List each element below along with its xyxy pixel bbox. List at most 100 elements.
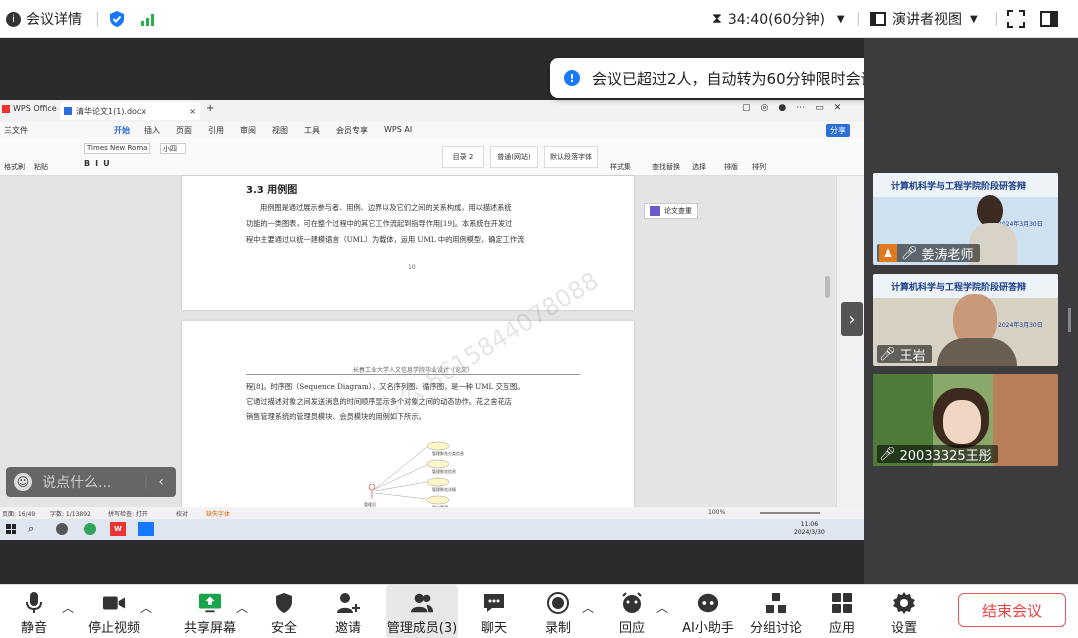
chat-button[interactable]: 聊天	[476, 585, 512, 638]
presenter-view-button[interactable]: 演讲者视图 ▼	[870, 0, 978, 38]
breakout-button[interactable]: 分组讨论	[748, 585, 804, 638]
wechat-icon[interactable]	[84, 523, 96, 535]
chat-quick-input[interactable]: ☺ 说点什么... | ‹	[6, 467, 176, 497]
wps-taskbar-icon[interactable]: W	[110, 522, 126, 536]
tencent-meeting-taskbar-icon[interactable]	[138, 522, 154, 536]
zoom-slider[interactable]	[760, 512, 820, 514]
panel-resize-handle[interactable]	[1068, 308, 1071, 332]
record-label: 录制	[544, 621, 571, 636]
style-normal-web[interactable]: 普通(网站)	[490, 146, 538, 168]
scrollbar[interactable]	[824, 176, 832, 508]
invite-icon	[336, 591, 360, 615]
menu-page[interactable]: 页面	[176, 125, 208, 136]
mic-icon: 🎤︎	[879, 446, 896, 462]
share-screen-icon	[198, 591, 222, 615]
check-icon	[650, 206, 660, 216]
info-icon: i	[6, 11, 21, 27]
close-icon[interactable]: ×	[189, 107, 196, 116]
section-heading: 3.3 用例图	[246, 185, 298, 196]
meeting-timer[interactable]: ⧗ 34:40(60分钟) ▼	[712, 0, 845, 38]
chevron-up-icon[interactable]: ︿	[656, 599, 668, 616]
menu-wps-ai[interactable]: WPS AI	[384, 125, 434, 136]
format-painter-label[interactable]: 格式刷	[4, 162, 25, 172]
windows-start-icon[interactable]	[6, 524, 16, 534]
stop-video-button[interactable]: 停止视频	[84, 585, 144, 638]
chevron-up-icon[interactable]: ︿	[140, 599, 152, 616]
font-size-select[interactable]: 小四	[160, 143, 186, 154]
participant-video-tile[interactable]: 🎤︎ 20033325王彤	[873, 374, 1058, 466]
app-icon[interactable]	[56, 523, 68, 535]
ai-assistant-button[interactable]: AI小助手	[680, 585, 736, 638]
new-tab-icon[interactable]: +	[206, 103, 214, 114]
apps-button[interactable]: 应用	[824, 585, 860, 638]
fullscreen-icon[interactable]	[1007, 0, 1025, 38]
menu-tools[interactable]: 工具	[304, 125, 336, 136]
signal-icon[interactable]	[140, 0, 158, 38]
menu-reference[interactable]: 引用	[208, 125, 240, 136]
participant-video-tile[interactable]: 计算机科学与工程学院阶段研答辩 2024年3月30日 ♟ 🎤︎ 姜涛老师	[873, 173, 1058, 265]
style-default-para[interactable]: 默认段落字体	[544, 146, 598, 168]
menu-file[interactable]: 三文件	[4, 125, 114, 136]
window-controls[interactable]: ▢◎●⋯▭✕	[742, 103, 851, 113]
chat-label: 聊天	[480, 621, 507, 636]
layout-label[interactable]: 排版	[724, 162, 738, 172]
next-page-arrow-icon[interactable]: ›	[841, 302, 863, 336]
manage-members-button[interactable]: 管理成员(3)	[386, 585, 458, 638]
gear-icon	[892, 591, 916, 615]
arrange-label[interactable]: 排列	[752, 162, 766, 172]
thesis-check-popup[interactable]: 论文查重	[644, 203, 698, 219]
security-button[interactable]: 安全	[266, 585, 302, 638]
chevron-up-icon[interactable]: ︿	[582, 599, 594, 616]
mute-label: 静音	[20, 621, 47, 636]
chevron-down-icon: ▼	[836, 13, 845, 25]
share-screen-button[interactable]: 共享屏幕	[180, 585, 240, 638]
participant-video-tile[interactable]: 计算机科学与工程学院阶段研答辩 2024年3月30日 🎤︎ 王岩	[873, 274, 1058, 366]
end-meeting-button[interactable]: 结束会议	[958, 593, 1066, 627]
page1-line: 程中主要通过以统一建模语言（UML）为载体，运用 UML 中的用例模型，确定工作…	[246, 235, 525, 244]
reaction-button[interactable]: 回应	[614, 585, 650, 638]
select-label[interactable]: 选择	[692, 162, 706, 172]
search-icon[interactable]: ⌕	[28, 522, 34, 536]
wps-title-bar: WPS Office 清华论文1(1).docx × + ▢◎●⋯▭✕	[0, 100, 864, 122]
wps-doc-tab[interactable]: 清华论文1(1).docx ×	[60, 102, 200, 120]
style-toc2[interactable]: 目录 2	[442, 146, 484, 168]
divider: |	[856, 11, 861, 27]
apps-label: 应用	[828, 621, 855, 636]
layout-icon	[870, 12, 886, 26]
font-name-select[interactable]: Times New Roma	[84, 143, 150, 154]
wps-app-tab-label: WPS Office	[13, 104, 57, 113]
find-replace-label[interactable]: 查找替换	[652, 162, 680, 172]
paste-label[interactable]: 粘贴	[34, 162, 48, 172]
menu-home[interactable]: 开始	[114, 125, 144, 136]
menu-view[interactable]: 视图	[272, 125, 304, 136]
chevron-up-icon[interactable]: ︿	[62, 599, 74, 616]
stop-video-label: 停止视频	[87, 621, 140, 636]
chevron-left-icon[interactable]: ‹	[158, 474, 164, 490]
taskbar-clock[interactable]: 11:06 2024/3/30	[794, 521, 825, 537]
page1-line: 用例图是通过展示参与者、用例、边界以及它们之间的关系构成，用以描述系统	[260, 203, 512, 212]
menu-review[interactable]: 审阅	[240, 125, 272, 136]
document-page-2: 长春工业大学人文信息学院毕业设计（论文） 程[8]。时序图（Sequence D…	[182, 321, 634, 511]
style-set-label[interactable]: 样式集	[610, 162, 631, 172]
chevron-down-icon: ▼	[970, 13, 978, 25]
windows-taskbar: ⌕ W 11:06 2024/3/30	[0, 519, 864, 540]
format-buttons[interactable]: BIU	[84, 159, 115, 168]
mute-button[interactable]: 静音	[14, 585, 54, 638]
share-button[interactable]: 分享	[826, 124, 850, 137]
status-missing-font[interactable]: 缺失字体	[206, 509, 230, 518]
participant-name-tag: 🎤︎ 王岩	[877, 345, 932, 364]
wps-app-tab[interactable]: WPS Office	[2, 104, 57, 113]
menu-insert[interactable]: 插入	[144, 125, 176, 136]
status-zoom[interactable]: 100%	[708, 509, 725, 516]
meeting-details-button[interactable]: i 会议详情	[6, 0, 82, 38]
record-button[interactable]: 录制	[540, 585, 576, 638]
security-shield-icon[interactable]	[108, 0, 126, 38]
side-panel-icon[interactable]	[1040, 0, 1058, 38]
menu-member[interactable]: 会员专享	[336, 125, 384, 136]
meeting-details-label: 会议详情	[26, 12, 82, 28]
invite-button[interactable]: 邀请	[328, 585, 368, 638]
status-spell[interactable]: 拼写检查: 打开	[108, 509, 148, 518]
settings-button[interactable]: 设置	[886, 585, 922, 638]
chevron-up-icon[interactable]: ︿	[236, 599, 248, 616]
status-proof[interactable]: 校对	[176, 509, 188, 518]
